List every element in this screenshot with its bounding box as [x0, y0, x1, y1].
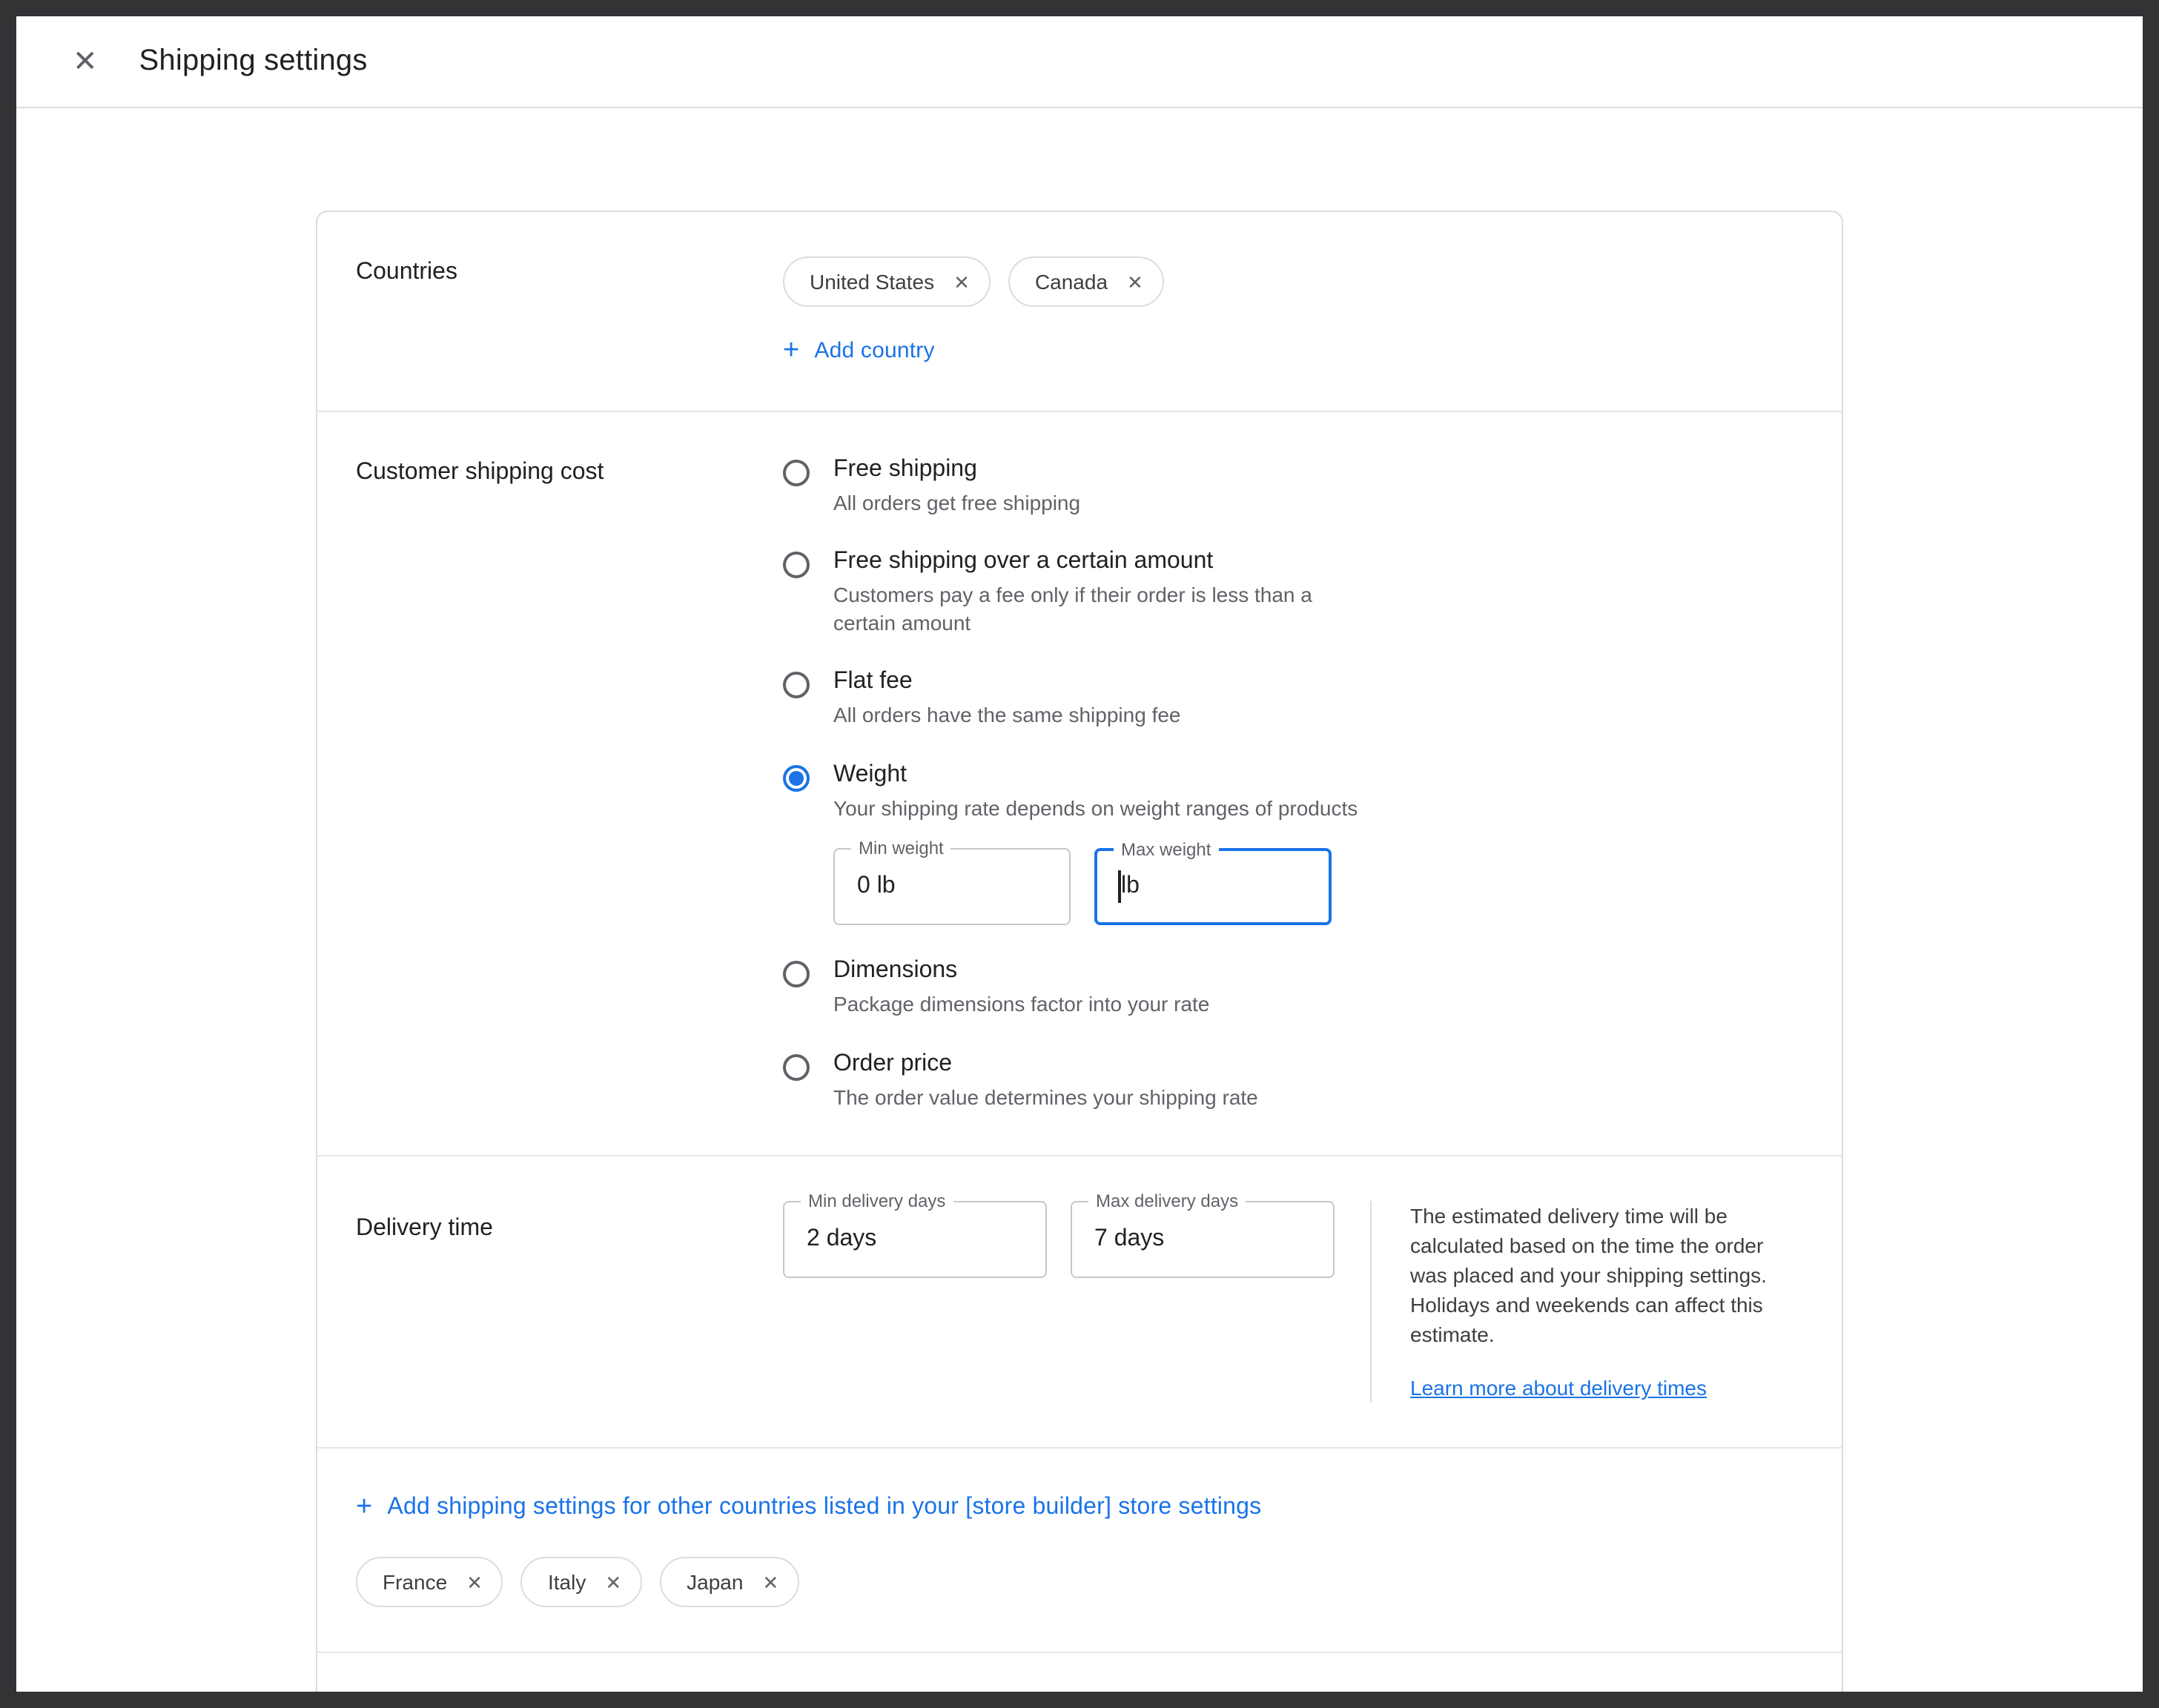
vertical-divider [1370, 1202, 1372, 1403]
option-text: Dimensions Package dimensions factor int… [833, 959, 1209, 1019]
add-other-countries-button[interactable]: + Add shipping settings for other countr… [356, 1494, 1803, 1522]
shipping-settings-page: ✕ Shipping settings Countries United Sta… [16, 16, 2143, 1692]
country-chip-united-states[interactable]: United States ✕ [783, 256, 991, 307]
other-country-chip-list: France ✕ Italy ✕ Japan ✕ [356, 1558, 1803, 1608]
max-delivery-days-floating-label: Max delivery days [1088, 1191, 1246, 1214]
max-weight-value: lb [1118, 871, 1140, 904]
option-description: Customers pay a fee only if their order … [833, 582, 1379, 637]
close-icon: ✕ [73, 45, 98, 78]
option-description: Package dimensions factor into your rate [833, 991, 1209, 1019]
other-countries-section: + Add shipping settings for other countr… [317, 1448, 1842, 1652]
radio-icon-selected[interactable] [783, 765, 810, 792]
footer-actions: Save Back [317, 1652, 1842, 1692]
shipping-cost-options: Free shipping All orders get free shippi… [783, 457, 1803, 1111]
radio-option-flat-fee[interactable]: Flat fee All orders have the same shippi… [783, 669, 1803, 729]
min-delivery-days-floating-label: Min delivery days [801, 1191, 953, 1214]
min-delivery-days-field[interactable]: Min delivery days 2 days [783, 1202, 1047, 1279]
radio-option-order-price[interactable]: Order price The order value determines y… [783, 1051, 1803, 1111]
option-title: Free shipping [833, 457, 1080, 483]
radio-icon[interactable] [783, 460, 810, 486]
chip-label: Canada [1035, 270, 1108, 294]
shipping-cost-section: Customer shipping cost Free shipping All… [317, 411, 1842, 1156]
chip-label: France [383, 1571, 447, 1595]
countries-label: Countries [356, 256, 783, 366]
country-chip-france[interactable]: France ✕ [356, 1558, 503, 1608]
country-chip-italy[interactable]: Italy ✕ [521, 1558, 642, 1608]
min-weight-floating-label: Min weight [851, 838, 951, 861]
option-title: Flat fee [833, 669, 1181, 696]
option-title: Order price [833, 1051, 1258, 1078]
min-delivery-days-value: 2 days [807, 1227, 876, 1254]
country-chip-canada[interactable]: Canada ✕ [1008, 256, 1164, 307]
add-country-label: Add country [814, 338, 934, 363]
max-delivery-days-field[interactable]: Max delivery days 7 days [1071, 1202, 1335, 1279]
delivery-time-content: Min delivery days 2 days Max delivery da… [783, 1202, 1803, 1403]
option-text: Flat fee All orders have the same shippi… [833, 669, 1181, 729]
max-weight-field[interactable]: Max weight lb [1094, 849, 1332, 926]
plus-icon: + [783, 337, 799, 365]
max-weight-floating-label: Max weight [1114, 840, 1218, 863]
remove-chip-icon[interactable]: ✕ [466, 1573, 483, 1592]
radio-icon[interactable] [783, 552, 810, 579]
option-description: All orders get free shipping [833, 489, 1080, 517]
remove-chip-icon[interactable]: ✕ [762, 1573, 778, 1592]
add-country-button[interactable]: + Add country [783, 337, 935, 365]
remove-chip-icon[interactable]: ✕ [1127, 272, 1143, 291]
add-other-countries-label: Add shipping settings for other countrie… [387, 1494, 1261, 1521]
chip-label: United States [810, 270, 934, 294]
chip-label: Italy [548, 1571, 586, 1595]
min-weight-field[interactable]: Min weight 0 lb [833, 849, 1071, 926]
weight-fields: Min weight 0 lb Max weight lb [833, 849, 1358, 926]
option-text: Weight Your shipping rate depends on wei… [833, 762, 1358, 926]
radio-icon[interactable] [783, 672, 810, 699]
option-title: Dimensions [833, 959, 1209, 985]
radio-option-free-over-amount[interactable]: Free shipping over a certain amount Cust… [783, 549, 1803, 637]
page-title: Shipping settings [139, 44, 368, 79]
option-description: The order value determines your shipping… [833, 1084, 1258, 1111]
radio-option-weight[interactable]: Weight Your shipping rate depends on wei… [783, 762, 1803, 926]
min-weight-value: 0 lb [857, 874, 896, 901]
learn-more-link[interactable]: Learn more about delivery times [1410, 1374, 1707, 1403]
option-description: All orders have the same shipping fee [833, 702, 1181, 729]
plus-icon: + [356, 1494, 372, 1522]
screenshot-frame: ✕ Shipping settings Countries United Sta… [0, 0, 2159, 1708]
option-description: Your shipping rate depends on weight ran… [833, 795, 1358, 822]
delivery-note: The estimated delivery time will be calc… [1410, 1202, 1799, 1403]
radio-icon[interactable] [783, 1054, 810, 1081]
chip-label: Japan [687, 1571, 743, 1595]
max-weight-suffix: lb [1121, 874, 1140, 901]
delivery-note-text: The estimated delivery time will be calc… [1410, 1202, 1799, 1350]
delivery-fields: Min delivery days 2 days Max delivery da… [783, 1202, 1335, 1279]
option-text: Order price The order value determines y… [833, 1051, 1258, 1111]
country-chip-list: United States ✕ Canada ✕ [783, 256, 1803, 307]
option-text: Free shipping All orders get free shippi… [833, 457, 1080, 517]
settings-card: Countries United States ✕ Canada ✕ + Ad [316, 211, 1843, 1692]
countries-section: Countries United States ✕ Canada ✕ + Ad [317, 212, 1842, 411]
delivery-time-section: Delivery time Min delivery days 2 days M… [317, 1156, 1842, 1448]
remove-chip-icon[interactable]: ✕ [953, 272, 970, 291]
close-button[interactable]: ✕ [67, 41, 104, 82]
option-title: Free shipping over a certain amount [833, 549, 1379, 576]
radio-option-dimensions[interactable]: Dimensions Package dimensions factor int… [783, 959, 1803, 1019]
remove-chip-icon[interactable]: ✕ [605, 1573, 621, 1592]
option-text: Free shipping over a certain amount Cust… [833, 549, 1379, 637]
dialog-header: ✕ Shipping settings [16, 16, 2143, 108]
country-chip-japan[interactable]: Japan ✕ [660, 1558, 799, 1608]
radio-option-free-shipping[interactable]: Free shipping All orders get free shippi… [783, 457, 1803, 517]
delivery-time-label: Delivery time [356, 1202, 783, 1403]
shipping-cost-label: Customer shipping cost [356, 457, 783, 1111]
radio-icon[interactable] [783, 961, 810, 988]
max-delivery-days-value: 7 days [1094, 1227, 1164, 1254]
option-title: Weight [833, 762, 1358, 789]
